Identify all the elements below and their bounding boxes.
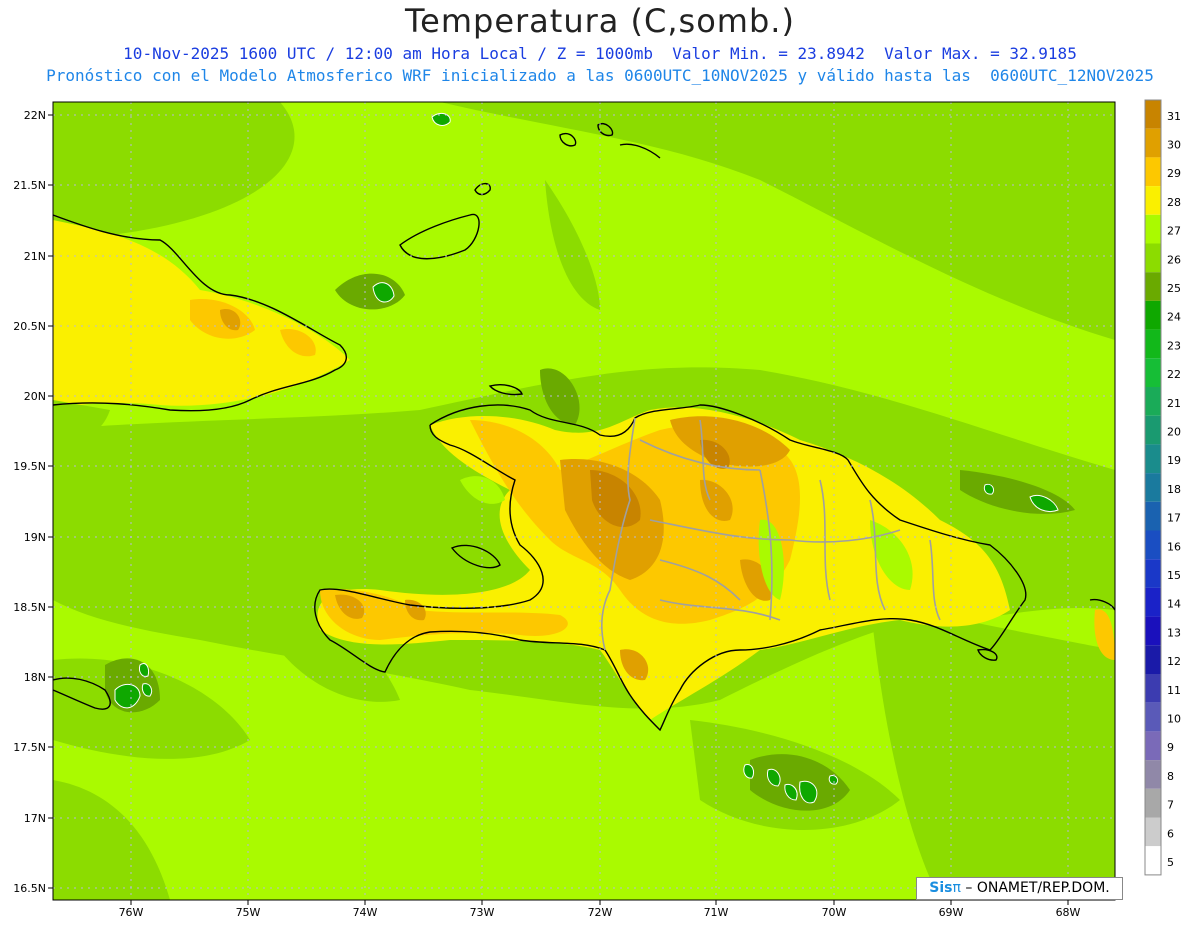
colorbar-swatch (1145, 300, 1161, 330)
colorbar-label: 13 (1167, 626, 1181, 639)
colorbar-label: 25 (1167, 282, 1181, 295)
colorbar-label: 19 (1167, 454, 1181, 467)
colorbar-label: 31 (1167, 110, 1181, 123)
colorbar-swatch (1145, 186, 1161, 215)
colorbar-label: 20 (1167, 425, 1181, 438)
colorbar-swatch (1145, 817, 1161, 847)
lat-label: 20N (24, 390, 46, 403)
pi-symbol: π (952, 880, 961, 896)
colorbar-label: 18 (1167, 483, 1181, 496)
colorbar-swatch (1145, 128, 1161, 158)
colorbar-swatch (1145, 530, 1161, 560)
colorbar-swatch (1145, 788, 1161, 818)
colorbar-swatch (1145, 387, 1161, 416)
colorbar-label: 8 (1167, 770, 1174, 783)
colorbar-label: 7 (1167, 799, 1174, 812)
colorbar-label: 28 (1167, 196, 1181, 209)
colorbar-swatch (1145, 243, 1161, 273)
lat-label: 20.5N (13, 320, 46, 333)
lat-label: 17.5N (13, 741, 46, 754)
colorbar-swatch (1145, 473, 1161, 502)
colorbar-label: 14 (1167, 598, 1181, 611)
longitude-axis: 76W 75W 74W 73W 72W 71W 70W 69W 68W (119, 900, 1081, 919)
latitude-axis: 22N 21.5N 21N 20.5N 20N 19.5N 19N 18.5N 18N 17.5N… (13, 109, 53, 895)
colorbar-swatch (1145, 329, 1161, 359)
lon-label: 68W (1056, 906, 1081, 919)
lon-label: 72W (588, 906, 613, 919)
lat-label: 16.5N (13, 882, 46, 895)
colorbar-label: 21 (1167, 397, 1181, 410)
lon-label: 75W (236, 906, 261, 919)
colorbar-swatch (1145, 358, 1161, 387)
temperature-map: 22N 21.5N 21N 20.5N 20N 19.5N 19N 18.5N 18N 17.5N… (13, 99, 1181, 919)
colorbar-swatch (1145, 731, 1161, 761)
lat-label: 19N (24, 531, 46, 544)
colorbar-swatch (1145, 587, 1161, 617)
colorbar-swatch (1145, 157, 1161, 187)
colorbar-label: 22 (1167, 368, 1181, 381)
lon-label: 76W (119, 906, 144, 919)
lat-label: 19.5N (13, 460, 46, 473)
colorbar-label: 30 (1167, 138, 1181, 151)
colorbar-swatch (1145, 702, 1161, 732)
colorbar-label: 17 (1167, 512, 1181, 525)
colorbar-label: 23 (1167, 339, 1181, 352)
colorbar-swatch (1145, 214, 1161, 244)
colorbar-label: 10 (1167, 712, 1181, 725)
colorbar-swatch (1145, 616, 1161, 646)
lat-label: 21.5N (13, 179, 46, 192)
colorbar-swatch (1145, 674, 1161, 703)
sispi-logo: Sis (929, 880, 953, 896)
lon-label: 69W (939, 906, 964, 919)
colorbar-swatch (1145, 444, 1161, 474)
lon-label: 74W (353, 906, 378, 919)
lat-label: 22N (24, 109, 46, 122)
lon-label: 71W (704, 906, 729, 919)
lat-label: 21N (24, 250, 46, 263)
colorbar-label: 27 (1167, 225, 1181, 238)
colorbar-swatch (1145, 846, 1161, 875)
colorbar-label: 24 (1167, 311, 1181, 324)
lon-label: 73W (470, 906, 495, 919)
colorbar-legend: 31 30 29 28 27 26 25 24 23 22 21 20 19 18 17 16 15 14 13 12… (1144, 99, 1181, 876)
lat-label: 17N (24, 812, 46, 825)
colorbar-swatch (1145, 760, 1161, 789)
colorbar-swatch (1145, 100, 1161, 129)
colorbar-label: 16 (1167, 540, 1181, 553)
credit-text: – ONAMET/REP.DOM. (965, 880, 1110, 896)
colorbar-label: 5 (1167, 856, 1174, 869)
colorbar-swatch (1145, 272, 1161, 301)
colorbar-label: 29 (1167, 167, 1181, 180)
lon-label: 70W (822, 906, 847, 919)
colorbar-label: 6 (1167, 827, 1174, 840)
colorbar-label: 11 (1167, 684, 1181, 697)
colorbar-label: 15 (1167, 569, 1181, 582)
colorbar-label: 26 (1167, 253, 1181, 266)
colorbar-label: 9 (1167, 741, 1174, 754)
colorbar-swatch (1145, 645, 1161, 674)
lat-label: 18N (24, 671, 46, 684)
colorbar-swatch (1145, 501, 1161, 531)
credit-box: Sisπ – ONAMET/REP.DOM. (916, 877, 1123, 900)
colorbar-label: 12 (1167, 655, 1181, 668)
colorbar-swatch (1145, 559, 1161, 588)
colorbar-swatch (1145, 415, 1161, 445)
lat-label: 18.5N (13, 601, 46, 614)
